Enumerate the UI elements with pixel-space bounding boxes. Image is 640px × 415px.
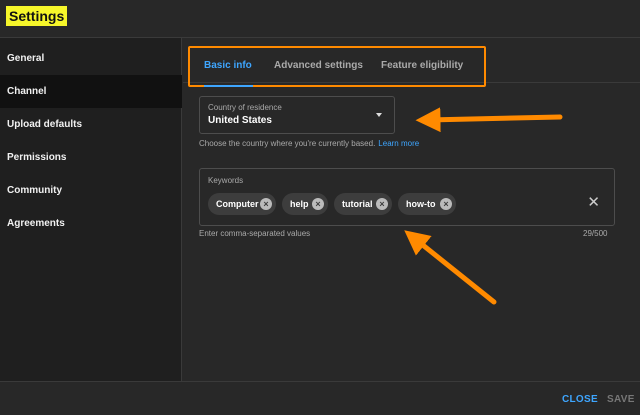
- annotation-arrows: [404, 107, 563, 305]
- arrow-to-country: [415, 107, 563, 133]
- arrow-to-keywords: [404, 230, 497, 305]
